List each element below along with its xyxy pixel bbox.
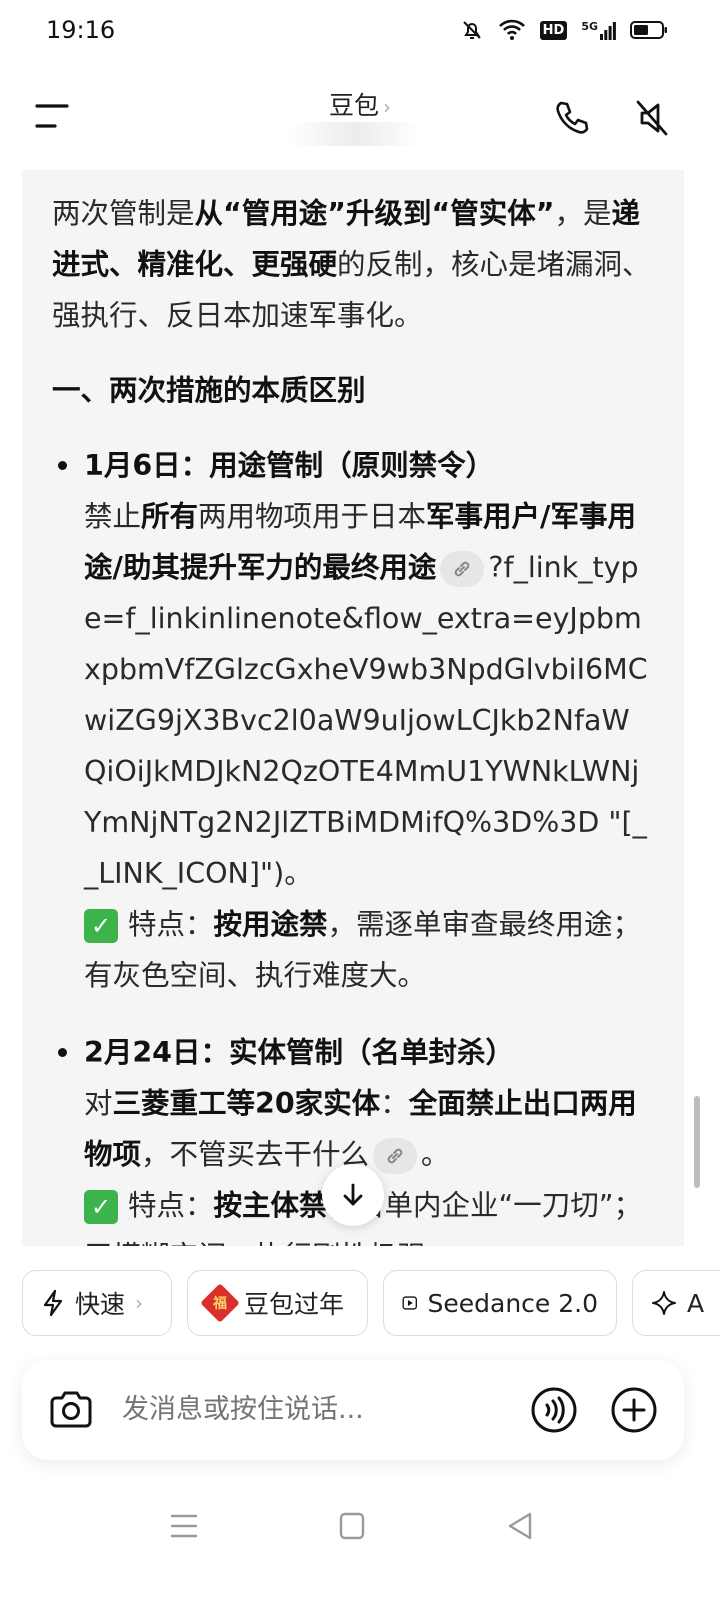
- status-icons: HD 5G: [460, 18, 668, 42]
- chat-title-button[interactable]: 豆包 ›: [0, 86, 720, 122]
- scroll-to-bottom-button[interactable]: [322, 1164, 384, 1226]
- item-text: 。: [421, 1138, 450, 1171]
- signal-indicator: 5G: [581, 20, 616, 40]
- message-input-bar: [22, 1360, 684, 1460]
- link-icon: [387, 1148, 403, 1164]
- speaker-mute-button[interactable]: [632, 96, 672, 140]
- chip-label: 快速: [75, 1290, 126, 1319]
- bell-muted-icon: [462, 21, 481, 39]
- nav-recents-button[interactable]: [164, 1508, 204, 1544]
- check-mark-icon: ✓: [84, 1190, 118, 1224]
- item-text: 两用物项用于日本: [198, 500, 427, 533]
- list-item-title: 2月24日：实体管制（名单封杀）: [84, 1036, 514, 1069]
- battery-icon: [630, 21, 667, 39]
- list-item: 1月6日：用途管制（原则禁令） 禁止所有两用物项用于日本军事用户/军事用途/助其…: [52, 440, 652, 1001]
- camera-icon: [50, 1391, 92, 1428]
- hd-badge: HD: [539, 20, 568, 40]
- feature-label: 特点：: [128, 1189, 214, 1222]
- chip-more[interactable]: A: [632, 1270, 720, 1336]
- chip-label: Seedance 2.0: [427, 1288, 599, 1318]
- nav-back-button[interactable]: [500, 1508, 540, 1544]
- chat-header: 豆包 ›: [0, 70, 720, 166]
- square-icon: [339, 1512, 365, 1540]
- raw-link-text: ?f_link_type=f_linkinlinenote&flow_extra…: [84, 551, 648, 890]
- system-nav-bar: [0, 1490, 720, 1560]
- chip-seedance[interactable]: Seedance 2.0: [383, 1270, 617, 1336]
- signal-bars-icon: [600, 22, 616, 40]
- feature-bold: 按用途禁: [213, 908, 328, 941]
- feature-label: 特点：: [128, 908, 214, 941]
- intro-bold: 从“管用途”升级到“管实体”: [194, 197, 555, 230]
- item-text: ：: [380, 1087, 409, 1120]
- list-item-title: 1月6日：用途管制（原则禁令）: [84, 449, 495, 482]
- menu-lines-icon: [170, 1514, 198, 1538]
- item-text: ，不管买去干什么: [141, 1138, 370, 1171]
- chip-doubao-new-year[interactable]: 福 豆包过年: [187, 1270, 368, 1336]
- status-time: 19:16: [46, 16, 116, 44]
- scrollbar-thumb[interactable]: [694, 1096, 700, 1188]
- reference-link-button[interactable]: [440, 551, 485, 587]
- wifi-icon: [498, 19, 525, 40]
- feature-bold: 按主体禁: [213, 1189, 328, 1222]
- link-icon: [455, 561, 470, 577]
- sparkle-icon: [652, 1291, 676, 1315]
- camera-button[interactable]: [48, 1388, 94, 1432]
- subtitle-placeholder: [290, 122, 420, 146]
- message-content: 两次管制是从“管用途”升级到“管实体”，是递进式、精准化、更强硬的反制，核心是堵…: [22, 170, 684, 1246]
- chevron-right-icon: ›: [383, 95, 391, 119]
- lightning-icon: [43, 1289, 63, 1317]
- network-label: 5G: [581, 20, 598, 33]
- voice-call-button[interactable]: [530, 1386, 578, 1434]
- chip-label: 豆包过年: [244, 1290, 345, 1319]
- chat-title: 豆包: [328, 91, 379, 120]
- message-input[interactable]: [122, 1384, 502, 1436]
- chip-label: A: [687, 1288, 705, 1318]
- item-text: 禁止: [84, 500, 142, 533]
- item-bold: 所有: [141, 500, 199, 533]
- nav-home-button[interactable]: [332, 1508, 372, 1544]
- section-heading: 一、两次措施的本质区别: [52, 374, 366, 407]
- assistant-message: 两次管制是从“管用途”升级到“管实体”，是递进式、精准化、更强硬的反制，核心是堵…: [22, 170, 684, 1246]
- chip-quick[interactable]: 快速 ›: [22, 1270, 172, 1336]
- triangle-back-icon: [508, 1512, 532, 1540]
- phone-icon: [556, 101, 589, 134]
- speaker-muted-icon: [636, 100, 668, 136]
- item-text: 对: [84, 1087, 113, 1120]
- add-button[interactable]: [610, 1386, 658, 1434]
- intro-text: 两次管制是: [52, 197, 195, 230]
- status-bar: 19:16 HD 5G: [0, 0, 720, 64]
- play-icon: [402, 1296, 417, 1310]
- plus-circle-icon: [611, 1387, 657, 1433]
- phone-call-button[interactable]: [552, 98, 592, 138]
- intro-text: ，是: [554, 197, 612, 230]
- reference-link-button[interactable]: [373, 1138, 418, 1174]
- intro-paragraph: 两次管制是从“管用途”升级到“管实体”，是递进式、精准化、更强硬的反制，核心是堵…: [52, 188, 652, 341]
- arrow-down-icon: [343, 1183, 363, 1206]
- voice-wave-icon: [531, 1387, 577, 1433]
- chevron-right-icon: ›: [135, 1291, 144, 1315]
- item-bold: 三菱重工等20家实体: [112, 1087, 381, 1120]
- check-mark-icon: ✓: [84, 909, 118, 943]
- fu-icon: 福: [200, 1283, 240, 1323]
- quick-action-chips: 快速 › 福 豆包过年 Seedance 2.0 A: [22, 1270, 720, 1336]
